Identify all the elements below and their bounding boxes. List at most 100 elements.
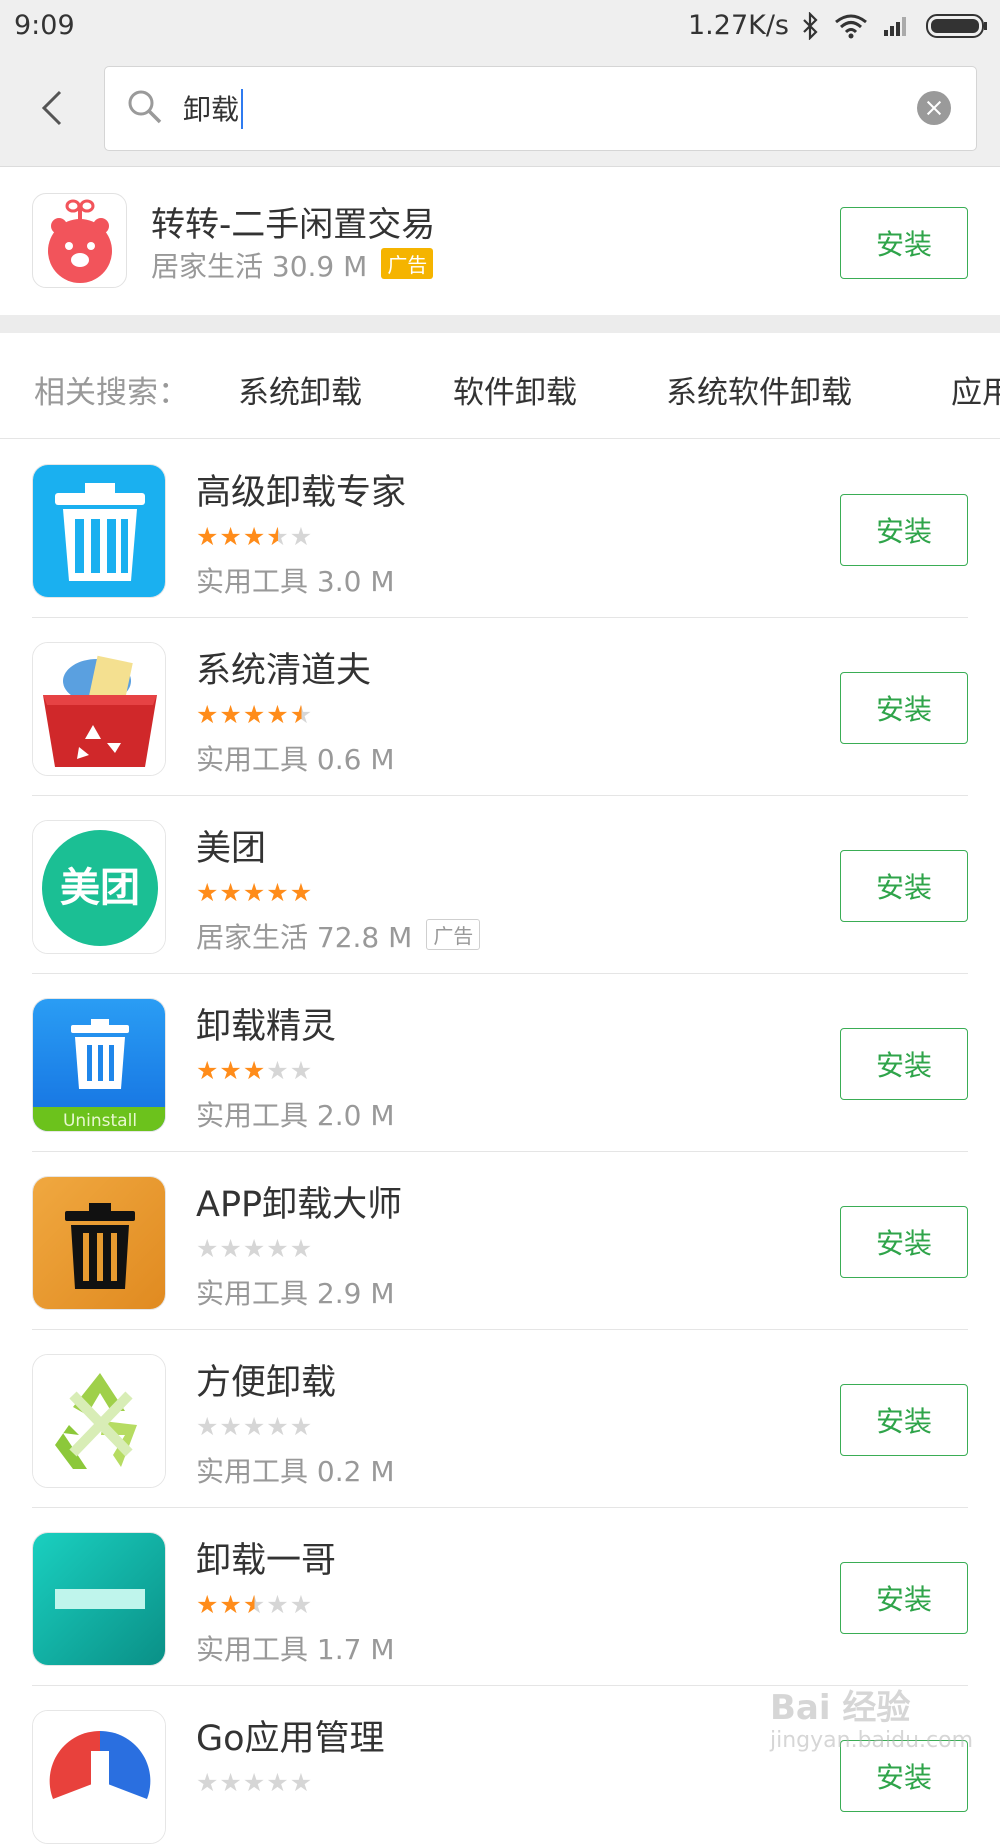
trash-can-icon <box>33 465 165 597</box>
app-meta: 实用工具 0.6 M <box>196 743 395 776</box>
app-list-item[interactable]: 高级卸载专家 ★★★★★ 实用工具 3.0 M 安装 <box>0 440 1000 618</box>
app-icon <box>32 1532 166 1666</box>
star-icon: ★ <box>219 522 243 551</box>
install-button[interactable]: 安装 <box>840 1206 968 1278</box>
app-name: Go应用管理 <box>196 1719 385 1759</box>
star-icon: ★ <box>196 878 220 907</box>
install-button[interactable]: 安装 <box>840 1028 968 1100</box>
bluetooth-icon <box>803 12 818 40</box>
app-meta: 实用工具 0.2 M <box>196 1455 395 1488</box>
star-icon: ★ <box>219 1590 243 1619</box>
app-name: 卸载精灵 <box>196 1007 337 1047</box>
rating-stars: ★★★★★ <box>196 1590 313 1619</box>
watermark: Bai 经验 <box>770 1688 911 1728</box>
app-name: 高级卸载专家 <box>196 473 407 513</box>
star-icon: ★ <box>289 1056 314 1085</box>
ad-badge: 广告 <box>426 919 481 950</box>
section-gap <box>0 315 1000 333</box>
app-name: 系统清道夫 <box>196 651 372 691</box>
star-icon: ★ <box>196 522 220 551</box>
star-icon: ★ <box>196 1768 220 1797</box>
app-meta: 居家生活 72.8 M 广告 <box>196 916 481 956</box>
install-button[interactable]: 安装 <box>840 672 968 744</box>
watermark-url: jingyan.baidu.com <box>770 1728 974 1753</box>
network-speed: 1.27K/s <box>688 10 789 41</box>
uninstall-label: Uninstall <box>63 1111 137 1131</box>
star-icon: ★ <box>289 1412 314 1441</box>
star-icon: ★ <box>242 1056 267 1085</box>
zhuanzhuan-logo-icon <box>48 199 112 283</box>
app-name: 卸载一哥 <box>196 1541 337 1581</box>
clear-search-icon[interactable] <box>917 91 951 125</box>
star-icon: ★ <box>266 1234 290 1263</box>
star-icon: ★ <box>196 700 220 729</box>
related-searches: 相关搜索： 系统卸载 软件卸载 系统软件卸载 应用 <box>0 333 1000 439</box>
star-icon: ★ <box>289 700 314 729</box>
related-tag[interactable]: 软件卸载 <box>453 367 577 412</box>
rating-stars: ★★★★★ <box>196 878 313 907</box>
star-icon: ★ <box>196 1234 220 1263</box>
app-list-item[interactable]: APP卸载大师 ★★★★★ 实用工具 2.9 M 安装 <box>0 1152 1000 1330</box>
star-icon: ★ <box>219 1768 243 1797</box>
star-icon: ★ <box>242 1234 267 1263</box>
battery-icon <box>926 14 987 38</box>
search-icon <box>128 90 162 124</box>
wifi-icon <box>835 14 867 39</box>
recycle-icon <box>33 1355 165 1487</box>
star-icon: ★ <box>266 878 290 907</box>
install-button[interactable]: 安装 <box>840 850 968 922</box>
app-list-item[interactable]: 系统清道夫 ★★★★★ 实用工具 0.6 M 安装 <box>0 618 1000 796</box>
rating-stars: ★★★★★ <box>196 1056 313 1085</box>
app-list-item[interactable]: 卸载一哥 ★★★★★ 实用工具 1.7 M 安装 <box>0 1508 1000 1686</box>
app-icon: 美团 <box>32 820 166 954</box>
install-button[interactable]: 安装 <box>840 1384 968 1456</box>
app-icon <box>32 1176 166 1310</box>
related-label: 相关搜索： <box>34 375 189 411</box>
back-arrow-icon[interactable] <box>36 88 70 128</box>
star-icon: ★ <box>242 878 267 907</box>
app-list-item[interactable]: 美团 美团 ★★★★★ 居家生活 72.8 M 广告 安装 <box>0 796 1000 974</box>
status-bar: 9:09 1.27K/s <box>0 0 1000 52</box>
teal-minus-icon <box>33 1533 165 1665</box>
app-icon <box>32 642 166 776</box>
star-icon: ★ <box>219 1234 243 1263</box>
star-icon: ★ <box>242 1768 267 1797</box>
related-tag[interactable]: 应用 <box>951 367 1000 412</box>
related-tag[interactable]: 系统卸载 <box>238 367 362 412</box>
app-meta: 实用工具 2.0 M <box>196 1099 395 1132</box>
star-icon: ★ <box>266 1590 290 1619</box>
status-time: 9:09 <box>14 10 75 41</box>
app-name: 转转-二手闲置交易 <box>151 205 436 245</box>
star-icon: ★ <box>289 878 314 907</box>
star-icon: ★ <box>289 1590 314 1619</box>
signal-icon <box>884 17 906 36</box>
ad-app-row[interactable]: 转转-二手闲置交易 居家生活 30.9 M 广告 安装 <box>0 167 1000 315</box>
related-tag[interactable]: 系统软件卸载 <box>666 367 852 412</box>
rating-stars: ★★★★★ <box>196 1412 313 1441</box>
app-meta: 实用工具 3.0 M <box>196 565 395 598</box>
meituan-logo-text: 美团 <box>60 865 140 911</box>
star-icon: ★ <box>242 700 267 729</box>
rating-stars: ★★★★★ <box>196 1234 313 1263</box>
app-meta: 实用工具 2.9 M <box>196 1277 395 1310</box>
app-name: APP卸载大师 <box>196 1185 403 1225</box>
app-icon: Uninstall <box>32 998 166 1132</box>
app-category-size: 居家生活 72.8 M <box>196 921 413 954</box>
app-meta: 实用工具 1.7 M <box>196 1633 395 1666</box>
app-list-item[interactable]: Uninstall 卸载精灵 ★★★★★ 实用工具 2.0 M 安装 <box>0 974 1000 1152</box>
search-input[interactable] <box>183 85 883 131</box>
app-icon-zhuanzhuan <box>32 193 127 288</box>
star-icon: ★ <box>219 1056 243 1085</box>
star-icon: ★ <box>242 1412 267 1441</box>
app-icon <box>32 464 166 598</box>
app-category-size: 居家生活 30.9 M <box>151 250 368 283</box>
install-button[interactable]: 安装 <box>840 1562 968 1634</box>
app-list-item[interactable]: 方便卸载 ★★★★★ 实用工具 0.2 M 安装 <box>0 1330 1000 1508</box>
text-cursor <box>241 89 243 129</box>
star-icon: ★ <box>266 1412 290 1441</box>
star-icon: ★ <box>289 1234 314 1263</box>
install-button[interactable]: 安装 <box>840 494 968 566</box>
star-icon: ★ <box>266 522 290 551</box>
install-button[interactable]: 安装 <box>840 207 968 279</box>
recycle-basket-icon <box>33 643 165 775</box>
